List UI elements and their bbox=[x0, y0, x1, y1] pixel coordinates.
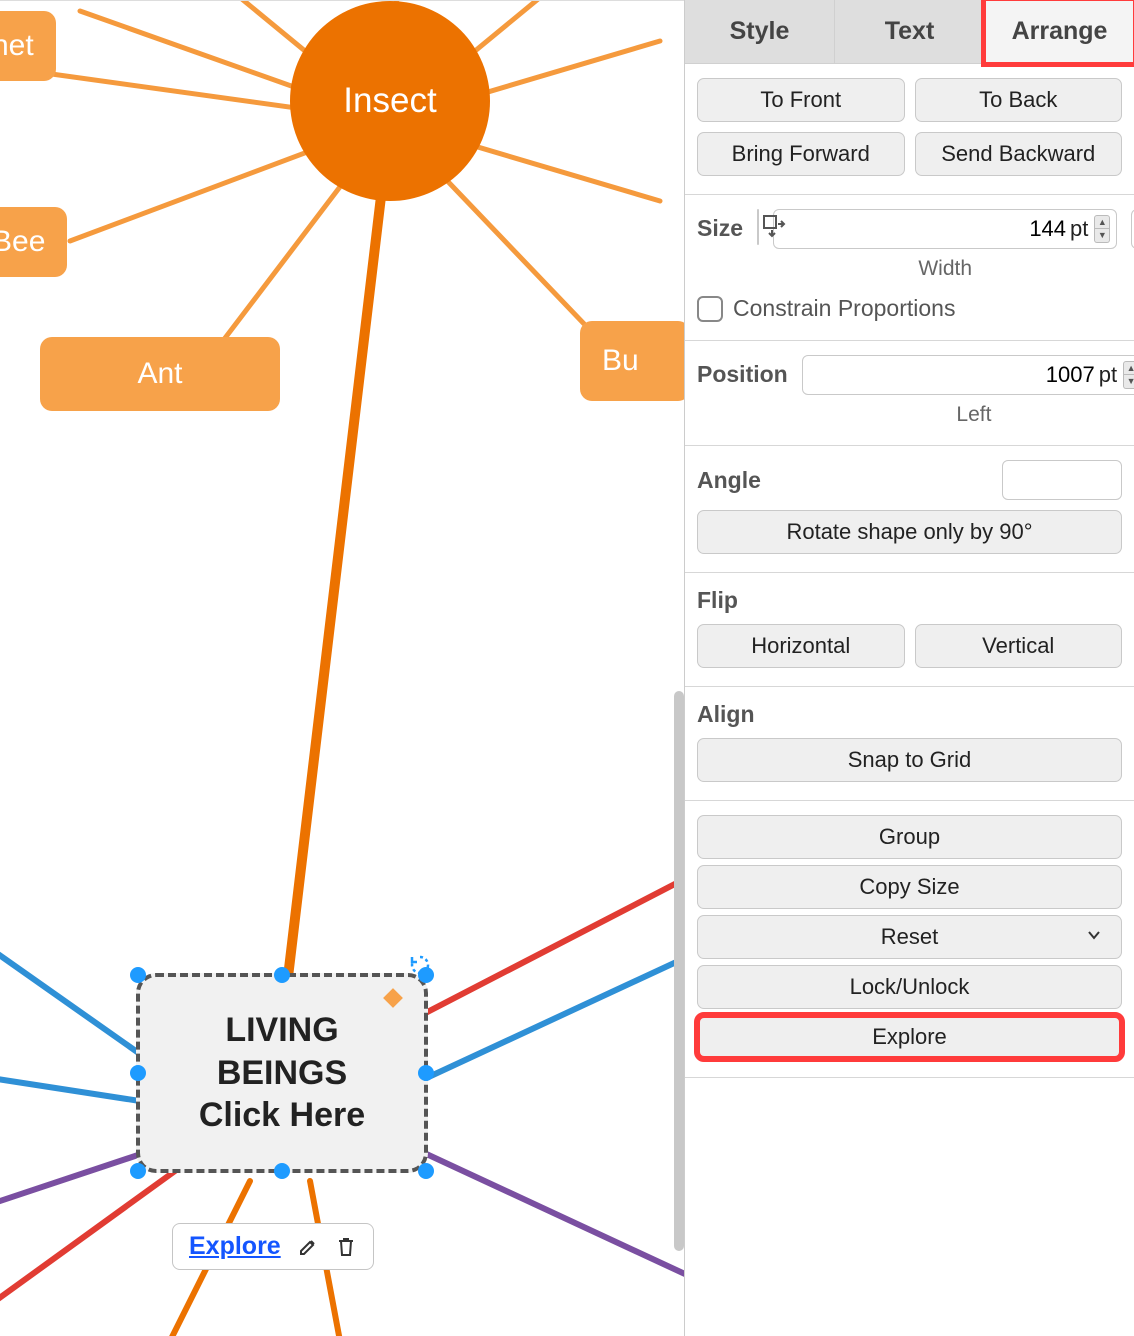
to-front-button[interactable]: To Front bbox=[697, 78, 905, 122]
width-unit: pt bbox=[1070, 216, 1092, 242]
arrange-panel: To Front To Back Bring Forward Send Back… bbox=[685, 64, 1134, 1336]
flip-label: Flip bbox=[697, 587, 1122, 614]
node-ant[interactable]: Ant bbox=[40, 337, 280, 411]
canvas-scrollbar[interactable] bbox=[674, 691, 684, 1251]
resize-handle[interactable] bbox=[418, 1065, 434, 1081]
group-button[interactable]: Group bbox=[697, 815, 1122, 859]
tab-arrange[interactable]: Arrange bbox=[985, 0, 1134, 63]
stepper-up[interactable]: ▲ bbox=[1094, 215, 1110, 229]
link-indicator-diamond-icon bbox=[383, 988, 403, 1008]
size-mode-icon[interactable] bbox=[757, 209, 759, 245]
resize-handle[interactable] bbox=[130, 967, 146, 983]
stepper-down[interactable]: ▼ bbox=[1123, 375, 1134, 389]
width-field[interactable] bbox=[774, 216, 1070, 242]
node-label: rnet bbox=[0, 29, 34, 63]
node-label: Ant bbox=[137, 357, 182, 391]
explore-link[interactable]: Explore bbox=[189, 1232, 281, 1261]
left-input[interactable]: pt ▲▼ bbox=[802, 355, 1134, 395]
resize-handle[interactable] bbox=[418, 1163, 434, 1179]
to-back-button[interactable]: To Back bbox=[915, 78, 1123, 122]
angle-input[interactable]: ° ▲▼ bbox=[1002, 460, 1122, 500]
copy-size-button[interactable]: Copy Size bbox=[697, 865, 1122, 909]
node-bee[interactable]: Bee bbox=[0, 207, 67, 277]
left-unit: pt bbox=[1099, 362, 1121, 388]
edit-icon[interactable] bbox=[297, 1236, 319, 1258]
delete-icon[interactable] bbox=[335, 1236, 357, 1258]
reset-label: Reset bbox=[881, 924, 938, 950]
send-backward-button[interactable]: Send Backward bbox=[915, 132, 1123, 176]
node-hornet[interactable]: rnet bbox=[0, 11, 56, 81]
flip-section: Flip Horizontal Vertical bbox=[685, 573, 1134, 687]
width-input[interactable]: pt ▲▼ bbox=[773, 209, 1117, 249]
align-label: Align bbox=[697, 701, 1122, 728]
constrain-checkbox[interactable] bbox=[697, 296, 723, 322]
align-section: Align Snap to Grid bbox=[685, 687, 1134, 801]
flip-horizontal-button[interactable]: Horizontal bbox=[697, 624, 905, 668]
size-section: Size pt ▲▼ Width bbox=[685, 195, 1134, 341]
lock-unlock-button[interactable]: Lock/Unlock bbox=[697, 965, 1122, 1009]
left-field[interactable] bbox=[803, 362, 1099, 388]
snap-to-grid-button[interactable]: Snap to Grid bbox=[697, 738, 1122, 782]
node-label: Insect bbox=[343, 81, 436, 121]
tab-text[interactable]: Text bbox=[835, 0, 985, 63]
left-sublabel: Left bbox=[956, 403, 991, 427]
node-living-beings-selected[interactable]: LIVING BEINGS Click Here bbox=[136, 973, 428, 1173]
flip-vertical-button[interactable]: Vertical bbox=[915, 624, 1123, 668]
resize-handle[interactable] bbox=[274, 967, 290, 983]
angle-label: Angle bbox=[697, 467, 988, 494]
position-label: Position bbox=[697, 361, 788, 388]
bring-forward-button[interactable]: Bring Forward bbox=[697, 132, 905, 176]
stepper-down[interactable]: ▼ bbox=[1094, 229, 1110, 243]
sidebar-tabs: Style Text Arrange bbox=[685, 0, 1134, 64]
width-sublabel: Width bbox=[918, 257, 972, 281]
node-butterfly[interactable]: Bu bbox=[580, 321, 684, 401]
node-label: Bee bbox=[0, 225, 45, 259]
node-label: Bu bbox=[602, 344, 639, 378]
node-label: LIVING BEINGS Click Here bbox=[199, 1009, 365, 1137]
constrain-label: Constrain Proportions bbox=[733, 295, 955, 322]
chevron-down-icon bbox=[1085, 924, 1103, 950]
angle-section: Angle ° ▲▼ Rotate shape only by 90° bbox=[685, 446, 1134, 573]
order-section: To Front To Back Bring Forward Send Back… bbox=[685, 64, 1134, 195]
position-section: Position pt ▲▼ Left pt ▲▼ bbox=[685, 341, 1134, 446]
resize-handle[interactable] bbox=[130, 1065, 146, 1081]
rotate-handle-icon[interactable] bbox=[410, 943, 430, 963]
format-sidebar: Style Text Arrange To Front To Back Brin… bbox=[684, 0, 1134, 1336]
resize-handle[interactable] bbox=[274, 1163, 290, 1179]
tab-style[interactable]: Style bbox=[685, 0, 835, 63]
reset-dropdown[interactable]: Reset bbox=[697, 915, 1122, 959]
resize-handle[interactable] bbox=[130, 1163, 146, 1179]
size-label: Size bbox=[697, 215, 743, 242]
angle-field[interactable] bbox=[1003, 467, 1134, 493]
diagram-canvas[interactable]: Insect rnet Bee Ant Bu LIVING BEINGS Cli… bbox=[0, 0, 684, 1336]
node-insect[interactable]: Insect bbox=[290, 1, 490, 201]
explore-button[interactable]: Explore bbox=[697, 1015, 1122, 1059]
explore-popup: Explore bbox=[172, 1223, 374, 1270]
misc-section: Group Copy Size Reset Lock/Unlock Explor… bbox=[685, 801, 1134, 1078]
stepper-up[interactable]: ▲ bbox=[1123, 361, 1134, 375]
rotate-90-button[interactable]: Rotate shape only by 90° bbox=[697, 510, 1122, 554]
